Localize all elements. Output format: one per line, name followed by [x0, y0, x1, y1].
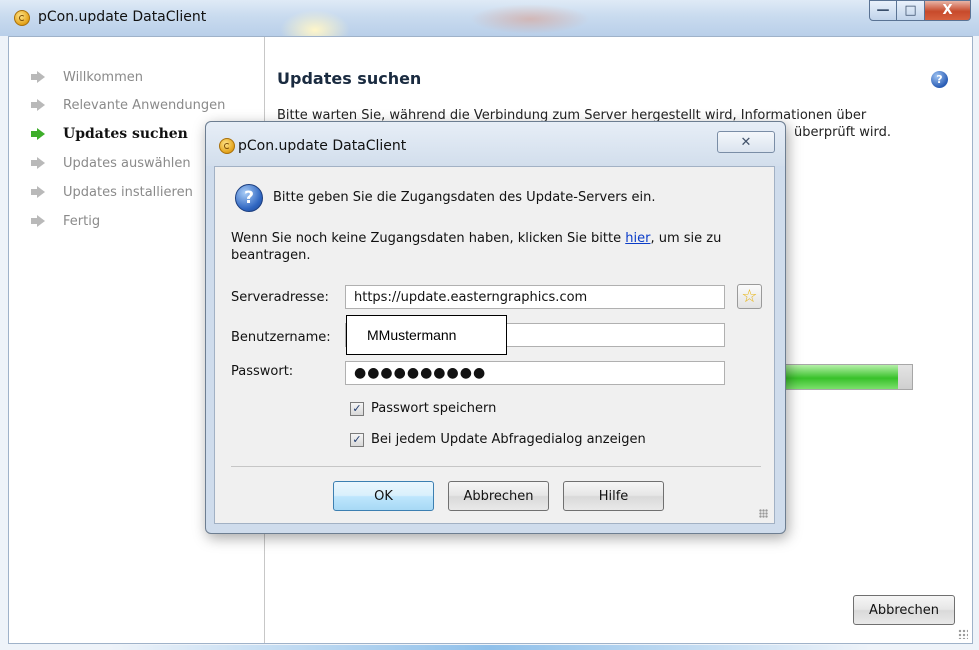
step-arrow-icon [31, 98, 45, 112]
ok-button[interactable]: OK [333, 481, 434, 511]
close-icon: ✕ [740, 134, 752, 150]
show-dialog-checkbox[interactable]: ✓ [350, 432, 364, 447]
dialog-info-text: Wenn Sie noch keine Zugangsdaten haben, … [231, 230, 761, 264]
progress-bar [773, 364, 913, 390]
server-address-input[interactable]: https://update.easterngraphics.com [345, 285, 725, 309]
close-button[interactable]: X [925, 0, 971, 21]
resize-grip[interactable] [958, 629, 968, 639]
step-arrow-icon [31, 185, 45, 199]
star-icon: ☆ [741, 285, 758, 307]
taskbar-glow [110, 645, 870, 650]
close-icon: X [942, 3, 953, 18]
step-label: Fertig [63, 213, 101, 229]
step-label: Relevante Anwendungen [63, 97, 226, 113]
maximize-button[interactable]: □ [897, 0, 925, 21]
step-relevante-anwendungen: Relevante Anwendungen [31, 95, 225, 115]
window-title: pCon.update DataClient [38, 9, 207, 25]
dialog-title: pCon.update DataClient [238, 138, 407, 154]
step-label: Updates installieren [63, 184, 193, 200]
step-label: Updates auswählen [63, 155, 191, 171]
title-bar[interactable]: pCon.update DataClient — □ X [0, 0, 979, 50]
question-icon: ? [235, 184, 263, 212]
save-password-checkbox[interactable]: ✓ [350, 401, 364, 416]
step-arrow-icon [31, 70, 45, 84]
dialog-resize-grip[interactable] [759, 509, 768, 518]
credentials-dialog: pCon.update DataClient ✕ ? Bitte geben S… [205, 121, 786, 534]
dialog-close-button[interactable]: ✕ [717, 131, 775, 153]
show-dialog-checkbox-row[interactable]: ✓ Bei jedem Update Abfragedialog anzeige… [350, 432, 646, 447]
step-updates-auswaehlen: Updates auswählen [31, 153, 191, 173]
progress-bar-fill [774, 365, 899, 389]
step-fertig: Fertig [31, 211, 100, 231]
help-button[interactable]: Hilfe [563, 481, 664, 511]
title-bar-glow-secondary [470, 4, 590, 34]
dialog-cancel-button[interactable]: Abbrechen [448, 481, 549, 511]
window-controls: — □ X [869, 0, 971, 22]
app-icon [14, 10, 30, 26]
show-dialog-label: Bei jedem Update Abfragedialog anzeigen [371, 432, 646, 447]
dialog-lead-text: Bitte geben Sie die Zugangsdaten des Upd… [273, 190, 656, 205]
page-title: Updates suchen [277, 69, 422, 88]
info-text-before: Wenn Sie noch keine Zugangsdaten haben, … [231, 231, 626, 246]
app-icon [219, 138, 235, 154]
username-label: Benutzername: [231, 330, 331, 345]
step-updates-installieren: Updates installieren [31, 182, 193, 202]
dialog-title-bar[interactable]: pCon.update DataClient ✕ [206, 122, 785, 166]
request-credentials-link[interactable]: hier [625, 231, 650, 246]
active-step-arrow-icon [31, 127, 45, 141]
dialog-body: ? Bitte geben Sie die Zugangsdaten des U… [214, 166, 775, 524]
step-label: Willkommen [63, 69, 143, 85]
step-arrow-icon [31, 156, 45, 170]
server-address-label: Serveradresse: [231, 290, 329, 305]
maximize-icon: □ [904, 3, 917, 18]
username-input[interactable]: MMustermann [346, 315, 507, 355]
step-willkommen: Willkommen [31, 67, 143, 87]
password-input[interactable]: ●●●●●●●●●● [345, 361, 725, 385]
minimize-icon: — [876, 3, 890, 18]
dialog-separator [231, 466, 761, 467]
help-icon[interactable]: ? [931, 71, 948, 88]
cancel-button[interactable]: Abbrechen [853, 595, 955, 625]
step-label: Updates suchen [63, 126, 188, 142]
password-label: Passwort: [231, 364, 294, 379]
step-arrow-icon [31, 214, 45, 228]
save-password-label: Passwort speichern [371, 401, 497, 416]
save-password-checkbox-row[interactable]: ✓ Passwort speichern [350, 401, 496, 416]
minimize-button[interactable]: — [869, 0, 897, 21]
favorites-button[interactable]: ☆ [737, 284, 762, 309]
step-updates-suchen: Updates suchen [31, 124, 188, 144]
